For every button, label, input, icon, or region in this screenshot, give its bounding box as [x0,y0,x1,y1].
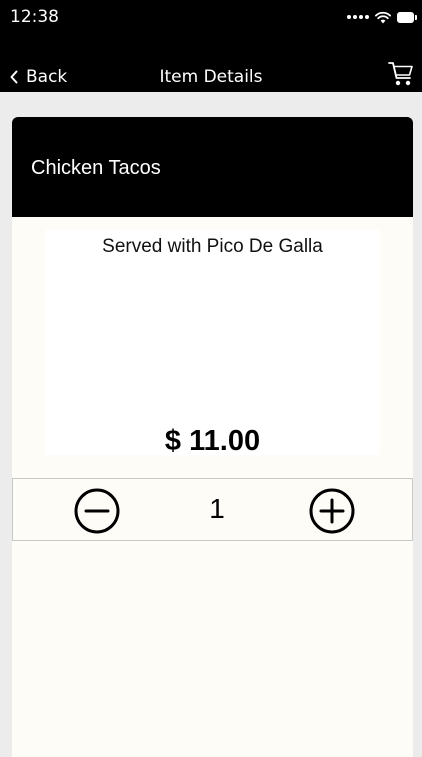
item-header: Chicken Tacos [12,117,413,217]
item-price: $ 11.00 [164,425,261,457]
top-bar: 12:38 Back Item Details [0,0,422,92]
cart-icon [388,62,413,86]
decrease-quantity-button[interactable] [74,488,120,534]
signal-icon [345,15,369,19]
item-name: Chicken Tacos [31,157,161,179]
cart-button[interactable] [388,60,414,88]
battery-icon [397,11,417,23]
quantity-value: 1 [209,493,225,524]
wifi-icon [375,11,391,23]
page-title: Item Details [159,67,263,87]
plus-circle-icon [309,488,355,534]
status-icons [345,6,417,28]
quantity-stepper: 1 [12,478,413,541]
item-card: Chicken Tacos Served with Pico De Galla … [12,117,413,757]
status-time: 12:38 [10,7,59,27]
increase-quantity-button[interactable] [309,488,355,534]
description-panel: Served with Pico De Galla [45,230,380,455]
minus-circle-icon [74,488,120,534]
item-description: Served with Pico De Galla [102,236,323,257]
